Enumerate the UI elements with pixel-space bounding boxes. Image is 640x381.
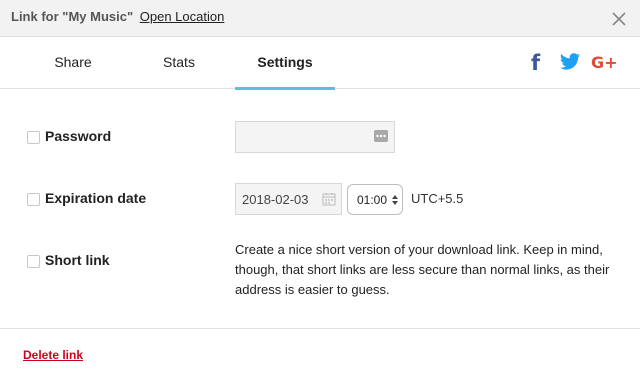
password-checkbox[interactable]	[27, 131, 40, 144]
facebook-icon[interactable]: f	[529, 51, 543, 73]
tab-settings[interactable]: Settings	[235, 37, 335, 90]
dialog-titlebar: Link for "My Music" Open Location	[0, 0, 640, 37]
delete-link-button[interactable]: Delete link	[23, 348, 83, 362]
short-link-checkbox[interactable]	[27, 255, 40, 268]
password-dots-icon[interactable]	[374, 130, 388, 142]
short-link-description: Create a nice short version of your down…	[235, 242, 610, 297]
dialog-title: Link for "My Music" Open Location	[11, 9, 224, 24]
close-icon[interactable]	[609, 9, 629, 29]
dialog-footer: Delete link	[0, 328, 640, 381]
expiration-checkbox[interactable]	[27, 193, 40, 206]
expiration-date-input[interactable]: 2018-02-03	[235, 183, 342, 215]
calendar-icon[interactable]	[322, 192, 336, 206]
tab-bar: Share Stats Settings f G+	[0, 37, 640, 90]
expiration-date-value: 2018-02-03	[242, 192, 309, 207]
password-input[interactable]	[235, 121, 395, 153]
svg-text:f: f	[531, 51, 541, 73]
expiration-time-select[interactable]: 01:00	[347, 184, 403, 215]
twitter-icon[interactable]	[559, 51, 581, 73]
dialog-title-text: Link for "My Music"	[11, 9, 134, 24]
tab-stats[interactable]: Stats	[147, 37, 211, 89]
select-updown-icon	[392, 195, 398, 205]
expiration-time-value: 01:00	[357, 193, 388, 207]
short-link-label: Short link	[45, 252, 110, 268]
timezone-label: UTC+5.5	[411, 191, 464, 206]
google-plus-icon[interactable]: G+	[591, 51, 617, 73]
svg-text:G+: G+	[591, 53, 617, 72]
expiration-label: Expiration date	[45, 190, 147, 206]
open-location-link[interactable]: Open Location	[140, 9, 225, 24]
tab-share[interactable]: Share	[40, 37, 106, 89]
password-label: Password	[45, 128, 112, 144]
